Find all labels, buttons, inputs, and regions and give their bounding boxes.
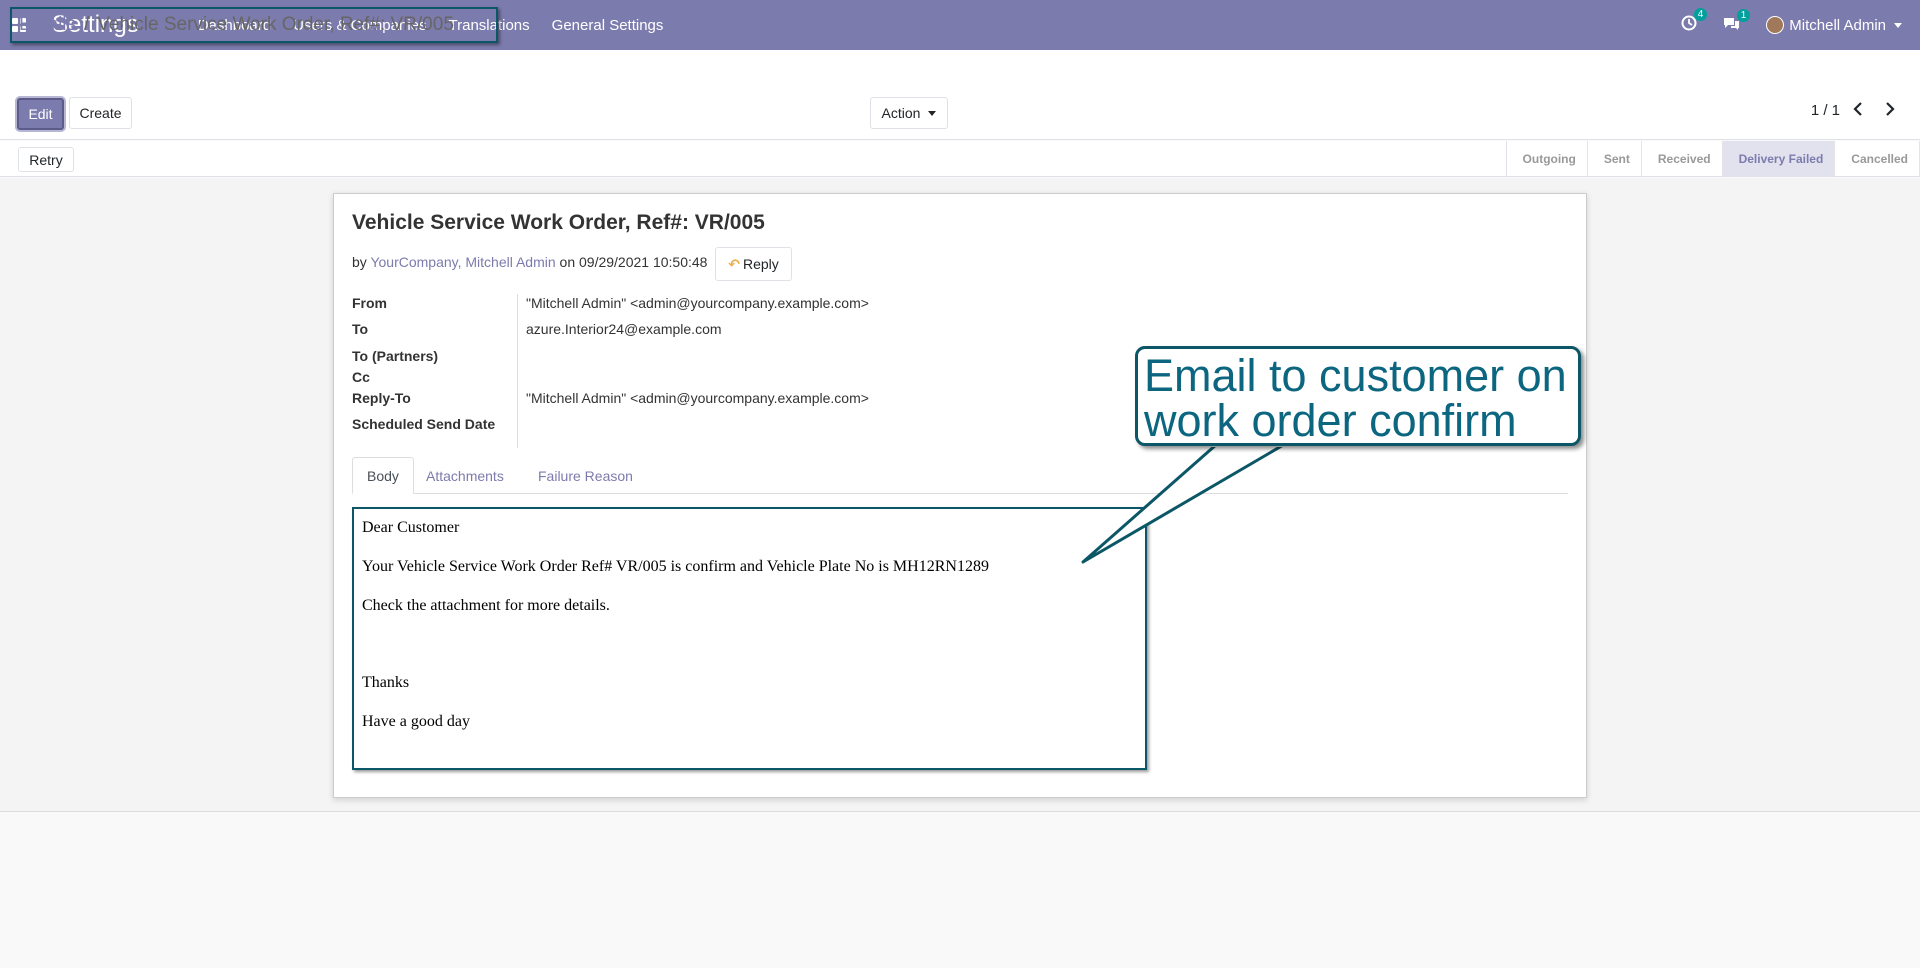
email-subject: Vehicle Service Work Order, Ref#: VR/005 [352, 211, 765, 234]
avatar [1766, 16, 1785, 34]
body-line-greeting: Dear Customer [362, 519, 460, 536]
breadcrumb-current: Vehicle Service Work Order, Ref#: VR/005 [97, 14, 454, 35]
messaging-button[interactable]: 1 [1723, 8, 1751, 35]
menu-item-general-settings[interactable]: General Settings [541, 17, 675, 34]
breadcrumb: Emails / Vehicle Service Work Order, Ref… [10, 7, 498, 43]
tab-attachments[interactable]: Attachments [412, 457, 518, 494]
field-value-from: "Mitchell Admin" <admin@yourcompany.exam… [526, 295, 869, 311]
field-label-cc: Cc [352, 369, 370, 385]
callout-line-1: Email to customer on [1144, 350, 1567, 401]
breadcrumb-emails-link[interactable]: Emails [19, 14, 76, 36]
stage-indicator: Outgoing Sent Received Delivery Failed C… [1505, 141, 1920, 177]
user-name: Mitchell Admin [1789, 16, 1886, 34]
stage-outgoing[interactable]: Outgoing [1507, 141, 1588, 177]
email-meta: by YourCompany, Mitchell Admin on 09/29/… [352, 254, 707, 270]
field-label-to: To [352, 321, 369, 337]
author-link[interactable]: YourCompany, Mitchell Admin [370, 254, 555, 270]
message-count-badge: 1 [1736, 8, 1751, 22]
callout-line-2: work order confirm [1144, 395, 1517, 446]
field-label-reply-to: Reply-To [352, 390, 411, 406]
body-line-signoff: Have a good day [362, 713, 470, 730]
body-line-thanks: Thanks [362, 674, 410, 691]
chevron-right-icon[interactable] [1884, 99, 1896, 122]
field-label-from: From [352, 295, 387, 311]
field-label-to-partners: To (Partners) [352, 348, 439, 364]
user-menu[interactable]: Mitchell Admin [1766, 16, 1902, 34]
notebook-tabs: Body Attachments Failure Reason [352, 457, 1568, 494]
control-panel [0, 50, 1920, 140]
tab-failure-reason[interactable]: Failure Reason [524, 457, 647, 494]
tab-body[interactable]: Body [352, 457, 414, 494]
pager-value[interactable]: 1 / 1 [1811, 102, 1840, 119]
reply-label: Reply [742, 256, 779, 272]
field-label-scheduled-send-date: Scheduled Send Date [352, 416, 496, 432]
action-label: Action [881, 105, 921, 121]
caret-down-icon [928, 110, 937, 116]
reply-button[interactable]: ↶ Reply [715, 247, 792, 281]
callout-annotation: Email to customer on work order confirm [1135, 346, 1581, 446]
activity-button[interactable]: 4 [1681, 8, 1708, 35]
action-dropdown-button[interactable]: Action [870, 97, 948, 129]
edit-button[interactable]: Edit [17, 98, 64, 130]
stage-delivery-failed[interactable]: Delivery Failed [1722, 141, 1836, 177]
body-line-attachment-note: Check the attachment for more details. [362, 597, 610, 614]
field-value-to: azure.Interior24@example.com [526, 321, 722, 337]
email-date: on 09/29/2021 10:50:48 [559, 254, 708, 270]
by-prefix: by [352, 254, 367, 270]
email-form-sheet: Vehicle Service Work Order, Ref#: VR/005… [333, 193, 1587, 798]
stage-cancelled[interactable]: Cancelled [1835, 141, 1920, 177]
email-body: Dear Customer Your Vehicle Service Work … [352, 507, 1147, 770]
reply-arrow-icon: ↶ [728, 255, 740, 272]
field-value-reply-to: "Mitchell Admin" <admin@yourcompany.exam… [526, 390, 869, 406]
callout-pointer [1081, 444, 1292, 564]
chevron-left-icon[interactable] [1852, 99, 1864, 122]
chevron-down-icon [1894, 22, 1902, 28]
stage-received[interactable]: Received [1642, 141, 1723, 177]
field-divider [517, 294, 518, 448]
stage-sent[interactable]: Sent [1588, 141, 1642, 177]
activity-count-badge: 4 [1693, 8, 1708, 21]
breadcrumb-separator: / [84, 14, 90, 35]
navbar-systray: 4 1 Mitchell Admin [1681, 0, 1920, 50]
body-line-message: Your Vehicle Service Work Order Ref# VR/… [362, 558, 989, 575]
retry-button[interactable]: Retry [18, 147, 74, 172]
create-button[interactable]: Create [69, 97, 132, 129]
